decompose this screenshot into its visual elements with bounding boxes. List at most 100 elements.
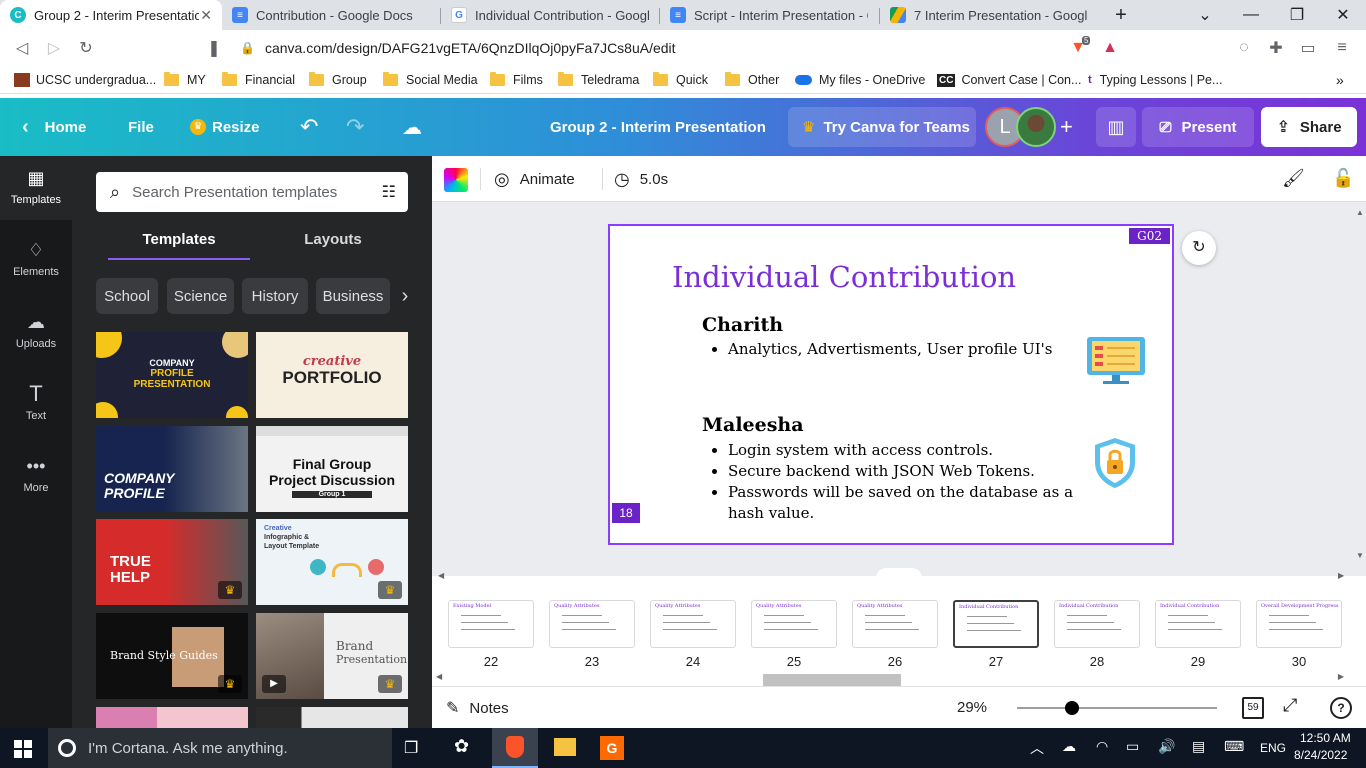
battery-icon[interactable]: ▭	[1126, 738, 1139, 755]
reload-icon[interactable]: ↻	[74, 36, 98, 60]
tab-search-icon[interactable]: ⌄	[1182, 0, 1228, 30]
browser-tab-drive[interactable]: 7 Interim Presentation - Google D	[880, 0, 1098, 30]
add-collaborator-icon[interactable]: +	[1060, 112, 1073, 142]
paint-format-icon[interactable]: 🖌	[1282, 168, 1305, 189]
bookmark-onedrive[interactable]: My files - OneDrive	[795, 70, 925, 90]
notes-button[interactable]: ✎ Notes	[446, 698, 509, 718]
fullscreen-icon[interactable]: ⤢	[1283, 695, 1297, 716]
bookmark-folder-films[interactable]: Films	[490, 70, 543, 90]
tab-templates[interactable]: Templates	[108, 228, 250, 260]
app-brave-icon[interactable]	[492, 728, 538, 768]
page-thumbnail[interactable]: Quality Attributes	[549, 600, 635, 648]
cloud-save-icon[interactable]: ☁	[402, 112, 422, 142]
clock-date[interactable]: 8/24/2022	[1294, 748, 1347, 762]
bookmark-folder-my[interactable]: MY	[164, 70, 206, 90]
resize-button[interactable]: ♛ Resize	[190, 112, 260, 142]
share-button[interactable]: ⇪ Share	[1261, 107, 1357, 147]
browser-tab-docs[interactable]: ≡ Contribution - Google Docs	[222, 0, 440, 30]
wifi-icon[interactable]: ◠	[1096, 738, 1108, 755]
template-card[interactable]: Final Group Project Discussion Group 1	[256, 426, 408, 512]
home-button[interactable]: ‹ Home	[22, 112, 86, 142]
app-pdf-icon[interactable]: G	[600, 736, 624, 760]
template-card[interactable]: COMPANY PROFILE	[96, 426, 248, 512]
page-thumbnail[interactable]: Quality Attributes	[650, 600, 736, 648]
cortana-search[interactable]: I'm Cortana. Ask me anything.	[48, 728, 392, 768]
template-search-input[interactable]: ⌕ Search Presentation templates ☷	[96, 172, 408, 212]
chip-history[interactable]: History	[242, 278, 308, 314]
play-icon[interactable]: ▶	[262, 675, 286, 693]
rail-text[interactable]: T Text	[0, 372, 72, 436]
menu-icon[interactable]: ≡	[1330, 36, 1354, 60]
insights-button[interactable]: ▥	[1096, 107, 1136, 147]
vertical-scrollbar[interactable]: ▲ ▼	[1354, 208, 1364, 560]
action-center-icon[interactable]: ▤	[1192, 738, 1205, 755]
page-thumbnail[interactable]: Overall Development Progress	[1256, 600, 1342, 648]
chip-school[interactable]: School	[96, 278, 158, 314]
redo-icon[interactable]: ↷	[346, 112, 364, 142]
template-card[interactable]: creative PORTFOLIO	[256, 332, 408, 418]
template-card[interactable]: Brand Style Guides ♛	[96, 613, 248, 699]
undo-icon[interactable]: ↶	[300, 112, 318, 142]
bookmark-folder-financial[interactable]: Financial	[222, 70, 295, 90]
bookmark-folder-quick[interactable]: Quick	[653, 70, 708, 90]
rail-more[interactable]: ••• More	[0, 444, 72, 508]
bookmark-icon[interactable]: ❚	[202, 36, 226, 60]
template-card[interactable]: Brand Presentation ▶ ♛	[256, 613, 408, 699]
chip-business[interactable]: Business	[316, 278, 390, 314]
tray-expand-icon[interactable]: ︿	[1030, 738, 1044, 758]
url-field[interactable]: 🔒 canva.com/design/DAFG21vgETA/6QnzDIlqO…	[240, 35, 1060, 61]
zoom-slider[interactable]	[1017, 701, 1217, 715]
page-thumbnail[interactable]: Quality Attributes	[852, 600, 938, 648]
onedrive-tray-icon[interactable]: ☁	[1062, 738, 1076, 755]
tab-layouts[interactable]: Layouts	[262, 228, 404, 260]
template-card[interactable]	[96, 707, 248, 728]
volume-icon[interactable]: 🔊	[1158, 738, 1175, 755]
page-count-button[interactable]: 59	[1242, 697, 1264, 719]
bookmark-convert-case[interactable]: CC Convert Case | Con...	[937, 70, 1081, 90]
back-icon[interactable]: ◁	[10, 36, 34, 60]
rail-templates[interactable]: ▦ Templates	[0, 156, 72, 220]
restore-icon[interactable]: ❐	[1274, 0, 1320, 30]
clock-time[interactable]: 12:50 AM	[1300, 731, 1351, 745]
browser-tab-google[interactable]: G Individual Contribution - Google S	[441, 0, 659, 30]
chip-science[interactable]: Science	[167, 278, 234, 314]
template-card[interactable]	[256, 707, 408, 728]
rail-uploads[interactable]: ☁ Uploads	[0, 300, 72, 364]
close-tab-icon[interactable]: ✕	[200, 7, 212, 24]
chip-next-icon[interactable]: ›	[394, 278, 416, 314]
strip-scrollbar[interactable]: ◀ ▶	[432, 672, 1366, 686]
bookmark-folder-other[interactable]: Other	[725, 70, 779, 90]
forward-icon[interactable]: ▷	[42, 36, 66, 60]
minimize-icon[interactable]: —	[1228, 0, 1274, 30]
browser-tab-canva[interactable]: C Group 2 - Interim Presentation ✕	[0, 0, 222, 30]
lock-icon[interactable]: 🔓	[1332, 168, 1354, 189]
slide-canvas[interactable]: G02 Individual Contribution Charith Anal…	[608, 224, 1174, 545]
bookmark-folder-social-media[interactable]: Social Media	[383, 70, 478, 90]
windows-start-icon[interactable]	[14, 740, 32, 758]
background-color-icon[interactable]	[444, 168, 468, 192]
page-thumbnail[interactable]: Existing Model	[448, 600, 534, 648]
template-card[interactable]: Creative Infographic & Layout Template ♛	[256, 519, 408, 605]
app-paint-icon[interactable]: ✿	[454, 736, 469, 757]
page-thumbnail[interactable]: Individual Contribution	[1155, 600, 1241, 648]
design-title[interactable]: Group 2 - Interim Presentation	[550, 112, 766, 142]
avatar-photo[interactable]	[1016, 107, 1056, 147]
brave-rewards-icon[interactable]: ▲	[1098, 36, 1122, 60]
template-card[interactable]: TRUE HELP ♛	[96, 519, 248, 605]
animate-button[interactable]: ◎ Animate	[494, 168, 575, 190]
wallet-icon[interactable]: ◌	[1232, 36, 1256, 60]
present-button[interactable]: ⎚ Present	[1142, 107, 1254, 147]
bookmark-folder-group[interactable]: Group	[309, 70, 367, 90]
duration-button[interactable]: ◷ 5.0s	[614, 168, 668, 190]
language-indicator[interactable]: ENG	[1260, 741, 1286, 755]
template-card[interactable]: COMPANY PROFILE PRESENTATION	[96, 332, 248, 418]
page-thumbnail[interactable]: Individual Contribution	[1054, 600, 1140, 648]
zoom-level[interactable]: 29%	[957, 699, 987, 716]
task-view-icon[interactable]: ❐	[404, 738, 418, 758]
try-canva-teams-button[interactable]: ♛ Try Canva for Teams	[788, 107, 976, 147]
page-thumbnail[interactable]: Individual Contribution	[953, 600, 1039, 648]
new-tab-icon[interactable]: +	[1098, 0, 1144, 30]
bookmarks-overflow-icon[interactable]: »	[1336, 70, 1344, 90]
extensions-icon[interactable]: ✚	[1264, 36, 1288, 60]
app-file-explorer-icon[interactable]	[554, 738, 576, 756]
